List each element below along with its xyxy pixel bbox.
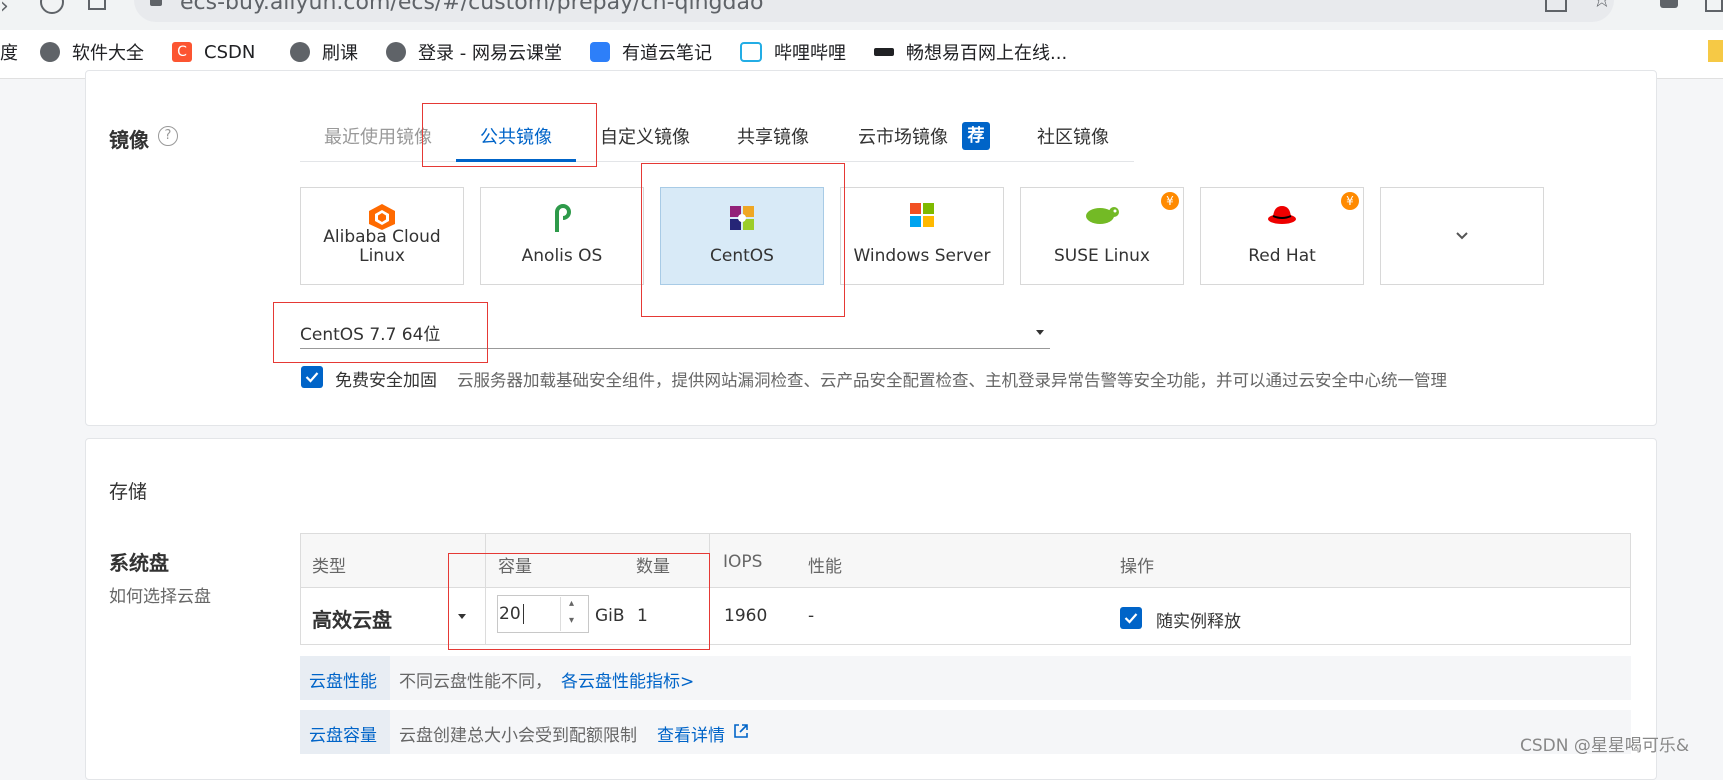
system-disk-help-link[interactable]: 如何选择云盘 [109,582,211,607]
paid-badge-icon: ¥ [1161,192,1179,210]
os-more-button[interactable] [1380,187,1544,285]
caret-down-icon [1036,330,1044,335]
os-option-redhat[interactable]: ¥ Red Hat [1200,187,1364,285]
csdn-icon: C [172,42,192,62]
image-section-title: 镜像 [109,128,149,152]
annotation-box-tab [422,103,597,167]
external-link-icon[interactable] [733,723,749,739]
tab-market-image[interactable]: 云市场镜像 [858,123,948,149]
help-icon[interactable]: ? [158,126,178,146]
bookmark-star-icon[interactable]: ☆ [1592,0,1612,13]
graduation-cap-icon [874,48,894,56]
bookmark-shuake[interactable]: 刷课 [290,40,358,64]
performance-value: - [808,606,815,626]
paid-badge-icon: ¥ [1341,192,1359,210]
url-text[interactable]: ecs-buy.aliyun.com/ecs/#/custom/prepay/c… [180,0,763,15]
chevron-down-icon [1456,232,1468,240]
perf-info-text: 不同云盘性能不同， [399,672,552,692]
check-icon [305,372,319,383]
check-icon [1124,613,1138,624]
lock-icon [150,0,162,6]
os-option-alibaba-cloud-linux[interactable]: Alibaba Cloud Linux [300,187,464,285]
perf-info-link[interactable]: 各云盘性能指标> [561,667,694,692]
home-icon[interactable] [88,0,106,10]
security-label: 免费安全加固 [335,371,437,391]
storage-section-title: 存储 [109,481,148,503]
bookmark-csdn[interactable]: C CSDN [172,40,255,64]
cap-info-text: 云盘创建总大小会受到配额限制 [399,726,637,746]
globe-icon [40,42,60,62]
tab-community-image[interactable]: 社区镜像 [1037,123,1109,149]
cap-info-label: 云盘容量 [309,726,377,746]
tab-custom-image[interactable]: 自定义镜像 [600,123,690,149]
windows-icon [841,202,1003,228]
header-performance: 性能 [808,557,842,577]
bookmark-bilibili[interactable]: 哔哩哔哩 [740,40,846,64]
recommend-badge: 荐 [962,122,990,150]
bookmark-changxiang[interactable]: 畅想易百网上在线... [874,40,1067,64]
share-icon[interactable] [1545,0,1567,12]
annotation-box-centos [641,163,845,317]
annotation-box-capacity [448,553,710,650]
bookmark-baidu[interactable]: 度 [0,40,18,64]
bookmark-youdao[interactable]: 有道云笔记 [590,40,712,64]
header-operation: 操作 [1120,557,1154,577]
header-iops: IOPS [723,552,763,572]
watermark: CSDN @星星喝可乐& [1520,736,1690,756]
bookmark-163study[interactable]: 登录 - 网易云课堂 [386,40,562,64]
tab-recent-image[interactable]: 最近使用镜像 [324,123,432,149]
security-checkbox[interactable] [301,366,323,388]
note-icon [590,42,610,62]
bilibili-icon [740,42,762,62]
system-disk-title: 系统盘 [109,551,169,575]
menu-icon[interactable] [1705,0,1723,12]
annotation-box-version [273,302,488,363]
bookmark-software[interactable]: 软件大全 [40,40,144,64]
forward-icon[interactable]: › [0,0,9,19]
anolis-icon [481,202,643,234]
iops-value: 1960 [724,606,768,626]
release-with-instance-checkbox[interactable] [1120,607,1142,629]
globe-icon [290,42,310,62]
alibaba-cloud-icon [301,202,463,232]
redhat-hat-icon [1201,202,1363,226]
os-option-windows-server[interactable]: Windows Server [840,187,1004,285]
security-description: 云服务器加载基础安全组件，提供网站漏洞检查、云产品安全配置检查、主机登录异常告警… [457,371,1447,390]
release-label: 随实例释放 [1156,612,1241,632]
os-option-anolis[interactable]: Anolis OS [480,187,644,285]
extensions-icon[interactable] [1660,0,1678,8]
os-option-suse[interactable]: ¥ SUSE Linux [1020,187,1184,285]
globe-icon [386,42,406,62]
header-type: 类型 [312,557,346,577]
disk-type-value: 高效云盘 [312,608,392,632]
cap-info-link[interactable]: 查看详情 [657,721,725,746]
suse-chameleon-icon [1021,202,1183,226]
tab-shared-image[interactable]: 共享镜像 [737,123,809,149]
bookmark-folder-icon[interactable] [1708,40,1723,62]
perf-info-label: 云盘性能 [309,672,377,692]
